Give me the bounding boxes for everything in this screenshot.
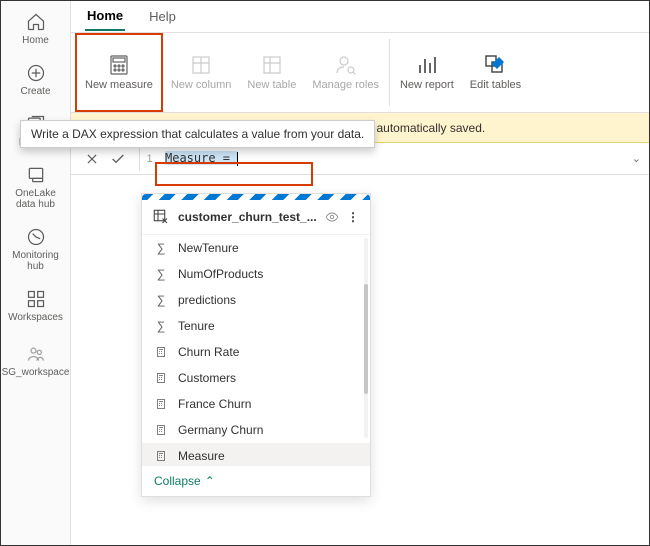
ribbon-label: New column (171, 79, 232, 91)
column-icon (189, 53, 213, 77)
nav-label: OneLake data hub (6, 188, 66, 210)
field-label: NewTenure (178, 241, 239, 255)
field-label: NumOfProducts (178, 267, 263, 281)
nav-label: Home (22, 35, 49, 46)
field-item[interactable]: Churn Rate (142, 339, 370, 365)
formula-text: Measure = (165, 151, 237, 165)
field-item[interactable]: ∑ predictions (142, 287, 370, 313)
nav-label: SG_workspace (2, 367, 70, 378)
new-measure-button[interactable]: New measure (75, 33, 163, 112)
table-icon (260, 53, 284, 77)
sigma-icon: ∑ (154, 241, 168, 255)
left-nav: Home Create Browse OneLake data hub Moni… (1, 1, 71, 545)
monitor-icon (25, 226, 47, 248)
collapse-button[interactable]: Collapse ⌃ (142, 465, 370, 496)
line-number: 1 (139, 147, 159, 171)
calculator-icon (154, 423, 168, 437)
field-list: ∑ NewTenure ∑ NumOfProducts ∑ predictions ∑… (142, 235, 370, 465)
commit-formula-button[interactable] (109, 150, 127, 168)
calculator-icon (154, 345, 168, 359)
ribbon-divider (389, 39, 390, 106)
roles-icon (334, 53, 358, 77)
formula-input[interactable]: Measure = (159, 147, 624, 170)
field-item[interactable]: ∑ Tenure (142, 313, 370, 339)
field-label: Churn Rate (178, 345, 239, 359)
cancel-formula-button[interactable] (83, 150, 101, 168)
field-label: Germany Churn (178, 423, 263, 437)
nav-onelake[interactable]: OneLake data hub (6, 160, 66, 214)
chevron-down-icon[interactable]: ⌄ (624, 152, 649, 165)
nav-monitoring[interactable]: Monitoring hub (6, 222, 66, 276)
nav-label: Monitoring hub (6, 250, 66, 272)
canvas-area: customer_churn_test_... ⋮ ∑ NewTenure ∑ Nu… (71, 175, 649, 545)
new-report-button[interactable]: New report (392, 33, 462, 112)
tab-help[interactable]: Help (147, 3, 178, 30)
database-icon (25, 164, 47, 186)
collapse-label: Collapse (154, 474, 201, 488)
nav-create[interactable]: Create (6, 58, 66, 101)
field-label: Tenure (178, 319, 215, 333)
field-item-selected[interactable]: Measure (142, 443, 370, 465)
workspaces-icon (25, 288, 47, 310)
report-icon (415, 53, 439, 77)
ribbon-label: New report (400, 79, 454, 91)
field-item[interactable]: Customers (142, 365, 370, 391)
measure-icon (107, 53, 131, 77)
field-item[interactable]: France Churn (142, 391, 370, 417)
eye-icon[interactable] (325, 210, 339, 224)
tab-row: Home Help (71, 1, 649, 33)
data-panel: customer_churn_test_... ⋮ ∑ NewTenure ∑ Nu… (141, 193, 371, 497)
sigma-icon: ∑ (154, 267, 168, 281)
calculator-icon (154, 371, 168, 385)
manage-roles-button[interactable]: Manage roles (304, 33, 387, 112)
tooltip: Write a DAX expression that calculates a… (20, 120, 375, 148)
tab-home[interactable]: Home (85, 2, 125, 31)
sigma-icon: ∑ (154, 293, 168, 307)
field-item[interactable]: ∑ NumOfProducts (142, 261, 370, 287)
field-label: predictions (178, 293, 236, 307)
new-table-button[interactable]: New table (239, 33, 304, 112)
nav-label: Workspaces (8, 312, 63, 323)
ribbon-label: Manage roles (312, 79, 379, 91)
tooltip-text: Write a DAX expression that calculates a… (31, 127, 364, 141)
chevron-up-icon: ⌃ (205, 474, 215, 488)
field-label: France Churn (178, 397, 251, 411)
nav-home[interactable]: Home (6, 7, 66, 50)
field-label: Measure (178, 449, 225, 463)
calculator-icon (154, 397, 168, 411)
ribbon-label: Edit tables (470, 79, 521, 91)
home-icon (25, 11, 47, 33)
people-icon (25, 343, 47, 365)
calculator-icon (154, 449, 168, 463)
edit-tables-button[interactable]: Edit tables (462, 33, 529, 112)
nav-label: Create (20, 86, 50, 97)
ribbon-label: New table (247, 79, 296, 91)
field-item[interactable]: ∑ NewTenure (142, 235, 370, 261)
scrollbar-thumb[interactable] (364, 284, 368, 394)
ribbon: New measure New column New table Manage … (71, 33, 649, 113)
field-item[interactable]: Germany Churn (142, 417, 370, 443)
nav-workspaces[interactable]: Workspaces (6, 284, 66, 327)
new-column-button[interactable]: New column (163, 33, 240, 112)
main-area: Home Help New measure New column (71, 1, 649, 545)
table-query-icon (152, 208, 170, 226)
more-options-button[interactable]: ⋮ (347, 210, 360, 224)
field-label: Customers (178, 371, 236, 385)
ribbon-label: New measure (85, 79, 153, 91)
plus-circle-icon (25, 62, 47, 84)
nav-sg-workspace[interactable]: SG_workspace (6, 339, 66, 382)
data-panel-header[interactable]: customer_churn_test_... ⋮ (142, 200, 370, 235)
sigma-icon: ∑ (154, 319, 168, 333)
table-name: customer_churn_test_... (178, 210, 317, 224)
edit-tables-icon (483, 53, 507, 77)
